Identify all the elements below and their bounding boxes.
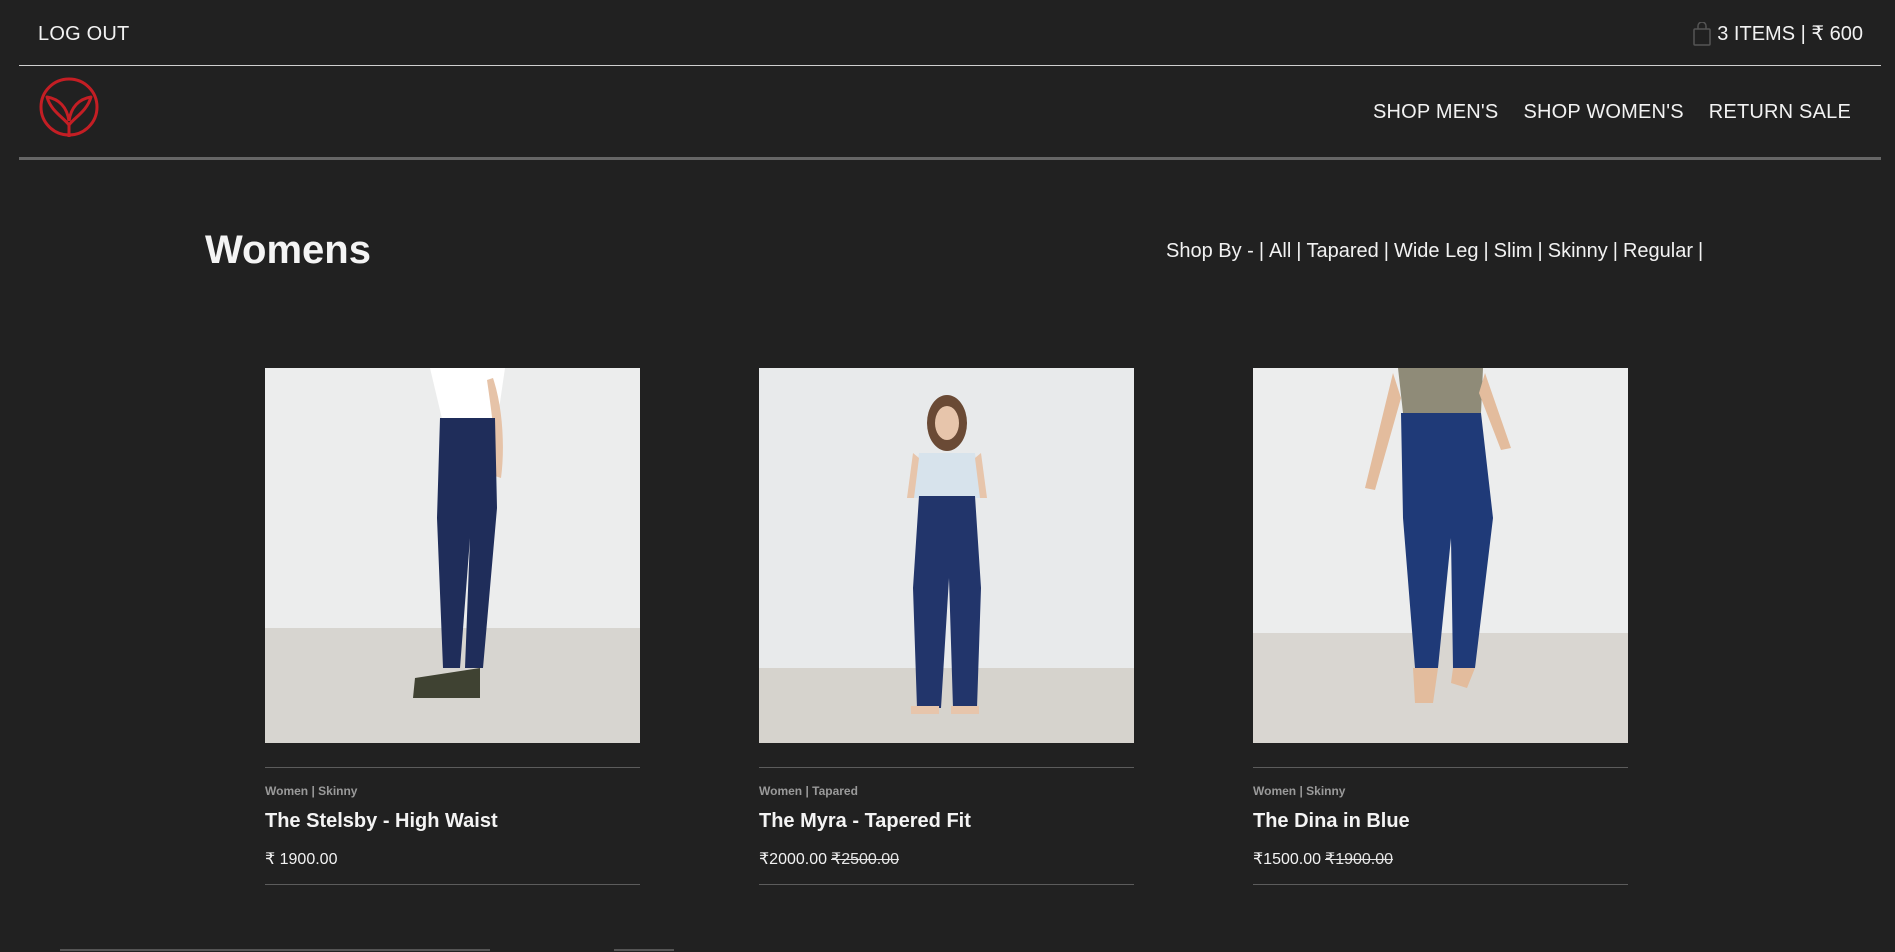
product-category: Women | Tapared — [759, 784, 858, 798]
filter-skinny[interactable]: Skinny — [1548, 240, 1608, 262]
page-title: Womens — [205, 228, 371, 272]
brand-logo[interactable] — [37, 75, 101, 148]
product-image[interactable] — [759, 368, 1134, 743]
product-name[interactable]: The Stelsby - High Waist — [265, 810, 498, 833]
product-category: Women | Skinny — [1253, 784, 1346, 798]
filter-tapared[interactable]: Tapared — [1306, 240, 1378, 262]
product-image[interactable] — [1253, 368, 1628, 743]
nav-links: SHOP MEN'S SHOP WOMEN'S RETURN SALE — [1373, 101, 1851, 124]
filter-regular[interactable]: Regular — [1623, 240, 1693, 262]
current-price: ₹2000.00 — [759, 851, 828, 868]
shopping-bag-icon — [1693, 21, 1711, 46]
original-price: ₹2500.00 — [831, 851, 900, 868]
product-name[interactable]: The Dina in Blue — [1253, 810, 1410, 833]
product-info: Women | Tapared The Myra - Tapered Fit ₹… — [759, 767, 1134, 885]
logout-link[interactable]: LOG OUT — [38, 23, 129, 46]
footer-divider — [614, 949, 674, 951]
main-nav: SHOP MEN'S SHOP WOMEN'S RETURN SALE — [19, 67, 1881, 160]
product-info: Women | Skinny The Dina in Blue ₹1500.00… — [1253, 767, 1628, 885]
cart-summary-text: 3 ITEMS | ₹ 600 — [1717, 23, 1863, 45]
product-price: ₹2000.00 ₹2500.00 — [759, 849, 899, 869]
nav-return-sale[interactable]: RETURN SALE — [1709, 101, 1851, 124]
top-bar: LOG OUT 3 ITEMS | ₹ 600 — [19, 0, 1881, 66]
filter-wide-leg[interactable]: Wide Leg — [1394, 240, 1479, 262]
product-card[interactable]: Women | Skinny The Dina in Blue ₹1500.00… — [1253, 368, 1628, 885]
shop-by-label: Shop By - — [1166, 240, 1254, 262]
filter-all[interactable]: All — [1269, 240, 1291, 262]
product-image[interactable] — [265, 368, 640, 743]
brand-leaf-logo-icon — [39, 77, 99, 137]
product-price: ₹ 1900.00 — [265, 849, 337, 869]
product-name[interactable]: The Myra - Tapered Fit — [759, 810, 971, 833]
nav-shop-womens[interactable]: SHOP WOMEN'S — [1523, 101, 1683, 124]
cart-summary[interactable]: 3 ITEMS | ₹ 600 — [1693, 21, 1863, 46]
footer-divider — [60, 949, 490, 951]
current-price: ₹1500.00 — [1253, 851, 1322, 868]
filter-slim[interactable]: Slim — [1494, 240, 1533, 262]
current-price: ₹ 1900.00 — [265, 851, 338, 868]
shop-by-filters: Shop By - | All | Tapared | Wide Leg | Slim | Skin… — [1166, 240, 1704, 262]
original-price: ₹1900.00 — [1325, 851, 1394, 868]
product-category: Women | Skinny — [265, 784, 358, 798]
nav-shop-mens[interactable]: SHOP MEN'S — [1373, 101, 1498, 124]
product-card[interactable]: Women | Skinny The Stelsby - High Waist … — [265, 368, 640, 885]
product-info: Women | Skinny The Stelsby - High Waist … — [265, 767, 640, 885]
product-card[interactable]: Women | Tapared The Myra - Tapered Fit ₹… — [759, 368, 1134, 885]
product-price: ₹1500.00 ₹1900.00 — [1253, 849, 1393, 869]
